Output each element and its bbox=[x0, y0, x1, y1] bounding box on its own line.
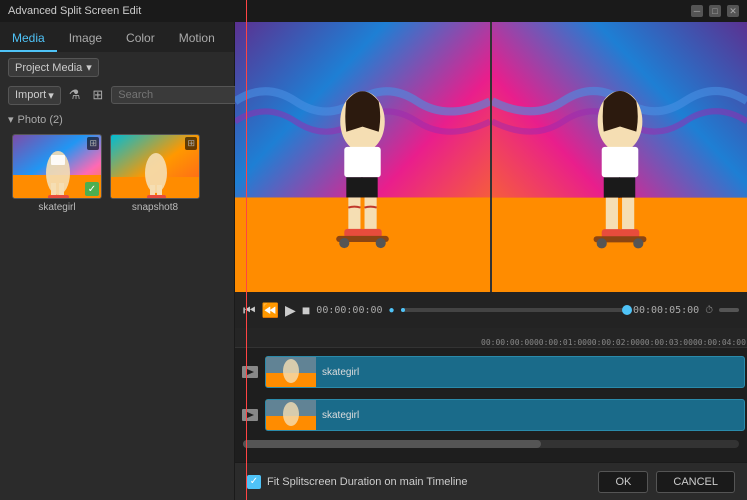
time-dot-icon: ● bbox=[389, 305, 395, 316]
progress-handle[interactable] bbox=[622, 305, 632, 315]
tab-motion[interactable]: Motion bbox=[167, 26, 227, 52]
ruler-mark-1: 00:00:01:00 bbox=[534, 338, 587, 347]
left-panel: Media Image Color Motion Project Media ▾… bbox=[0, 22, 235, 500]
collapse-icon: ▾ bbox=[8, 113, 14, 126]
media-item-snapshot8[interactable]: ⊞ snapshot8 bbox=[110, 134, 200, 213]
ruler-marks-container: 00:00:00:00 00:00:01:00 00:00:02:00 00:0… bbox=[235, 328, 747, 347]
window-controls: ─ □ ✕ bbox=[691, 5, 739, 17]
preview-right-image bbox=[492, 22, 747, 292]
fit-checkbox-row: ✓ Fit Splitscreen Duration on main Timel… bbox=[247, 475, 468, 489]
media-checkmark-skategirl: ✓ bbox=[85, 182, 99, 196]
media-grid: ⊞ ✓ skategirl bbox=[0, 130, 234, 217]
tab-image[interactable]: Image bbox=[57, 26, 114, 52]
timeline-scrollbar[interactable] bbox=[243, 440, 739, 448]
timeline-ruler: 00:00:00:00 00:00:01:00 00:00:02:00 00:0… bbox=[235, 328, 747, 348]
media-toolbar: Import ▾ ⚗ ⊞ 🔍 bbox=[0, 83, 234, 109]
close-button[interactable]: ✕ bbox=[727, 5, 739, 17]
preview-left-image bbox=[235, 22, 490, 292]
playback-controls: ⏮ ⏪ ▶ ■ 00:00:00:00 ● 00:00:05:00 ⏱ bbox=[235, 292, 747, 328]
stop-button[interactable]: ■ bbox=[302, 302, 310, 318]
video-track-icon bbox=[240, 362, 260, 382]
bottom-bar: ✓ Fit Splitscreen Duration on main Timel… bbox=[235, 462, 747, 500]
project-media-dropdown[interactable]: Project Media ▾ bbox=[8, 58, 99, 77]
current-time-display: 00:00:00:00 bbox=[316, 305, 382, 316]
photo-section-label: Photo (2) bbox=[18, 114, 63, 126]
timeline-tracks: skategirl bbox=[235, 348, 747, 462]
clip-2-thumb bbox=[266, 400, 316, 430]
clip-1-thumb-image bbox=[266, 357, 316, 388]
clip-1-thumb bbox=[266, 357, 316, 387]
progress-track[interactable] bbox=[401, 308, 627, 312]
main-container: Media Image Color Motion Project Media ▾… bbox=[0, 22, 747, 500]
grid-icon[interactable]: ⊞ bbox=[88, 85, 107, 105]
preview-area bbox=[235, 22, 747, 292]
cancel-button[interactable]: CANCEL bbox=[656, 471, 735, 493]
chevron-down-icon: ▾ bbox=[86, 61, 92, 74]
tabs-row: Media Image Color Motion bbox=[0, 22, 234, 52]
media-section-header: ▾ Photo (2) bbox=[0, 109, 234, 130]
tab-color[interactable]: Color bbox=[114, 26, 167, 52]
media-thumb-snapshot8: ⊞ bbox=[110, 134, 200, 199]
project-media-row: Project Media ▾ bbox=[0, 52, 234, 83]
fit-checkbox[interactable]: ✓ bbox=[247, 475, 261, 489]
import-chevron-icon: ▾ bbox=[48, 89, 54, 102]
window-title: Advanced Split Screen Edit bbox=[8, 5, 141, 17]
track-2-content: skategirl bbox=[265, 397, 747, 433]
playhead bbox=[246, 0, 247, 500]
track-1-icon bbox=[235, 362, 265, 382]
import-button[interactable]: Import ▾ bbox=[8, 86, 61, 105]
bottom-buttons: OK CANCEL bbox=[598, 471, 735, 493]
preview-right bbox=[490, 22, 747, 292]
import-label: Import bbox=[15, 89, 46, 101]
ok-button[interactable]: OK bbox=[598, 471, 648, 493]
play-button[interactable]: ▶ bbox=[285, 302, 296, 319]
ruler-mark-4: 00:00:04:00 bbox=[693, 338, 746, 347]
right-area: ⏮ ⏪ ▶ ■ 00:00:00:00 ● 00:00:05:00 ⏱ 00:0… bbox=[235, 22, 747, 500]
filter-icon[interactable]: ⚗ bbox=[65, 85, 85, 105]
tab-media[interactable]: Media bbox=[0, 26, 57, 52]
track-1-content: skategirl bbox=[265, 354, 747, 390]
duration-track bbox=[719, 308, 739, 312]
rewind-button[interactable]: ⏮ bbox=[243, 302, 256, 319]
project-media-label: Project Media bbox=[15, 62, 82, 74]
track-2-label: skategirl bbox=[316, 410, 365, 421]
ruler-mark-3: 00:00:03:00 bbox=[640, 338, 693, 347]
timeline-track-2: skategirl bbox=[235, 395, 747, 435]
title-bar: Advanced Split Screen Edit ─ □ ✕ bbox=[0, 0, 747, 22]
track-1-clip[interactable]: skategirl bbox=[265, 356, 745, 388]
media-label-skategirl: skategirl bbox=[38, 202, 75, 213]
track-1-label: skategirl bbox=[316, 367, 365, 378]
track-2-clip[interactable]: skategirl bbox=[265, 399, 745, 431]
ruler-mark-0: 00:00:00:00 bbox=[481, 338, 534, 347]
fit-label: Fit Splitscreen Duration on main Timelin… bbox=[267, 476, 468, 488]
timeline-area: 00:00:00:00 00:00:01:00 00:00:02:00 00:0… bbox=[235, 328, 747, 462]
media-badge-snapshot8: ⊞ bbox=[185, 137, 197, 150]
ruler-mark-2: 00:00:02:00 bbox=[587, 338, 640, 347]
duration-icon: ⏱ bbox=[705, 305, 713, 316]
media-item-skategirl[interactable]: ⊞ ✓ skategirl bbox=[12, 134, 102, 213]
preview-left bbox=[235, 22, 490, 292]
minimize-button[interactable]: ─ bbox=[691, 5, 703, 17]
clip-2-thumb-image bbox=[266, 400, 316, 431]
track-2-icon bbox=[235, 405, 265, 425]
media-label-snapshot8: snapshot8 bbox=[132, 202, 178, 213]
media-thumb-skategirl: ⊞ ✓ bbox=[12, 134, 102, 199]
media-badge-skategirl: ⊞ bbox=[87, 137, 99, 150]
progress-fill bbox=[401, 308, 406, 312]
scrollbar-thumb[interactable] bbox=[243, 440, 541, 448]
timeline-track-1: skategirl bbox=[235, 352, 747, 392]
end-time-display: 00:00:05:00 bbox=[633, 305, 699, 316]
video-track-2-icon bbox=[240, 405, 260, 425]
step-back-button[interactable]: ⏪ bbox=[262, 302, 279, 319]
maximize-button[interactable]: □ bbox=[709, 5, 721, 17]
